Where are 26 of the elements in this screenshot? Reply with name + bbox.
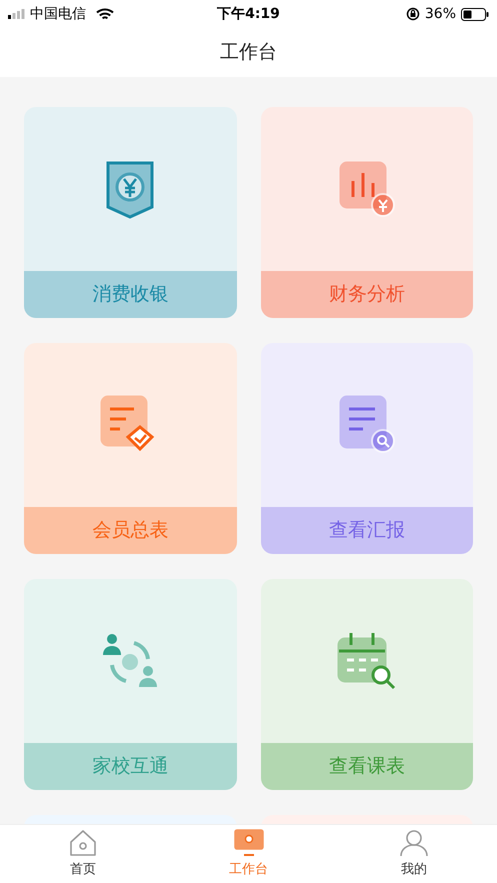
menu-card[interactable]: 会员总表 (24, 343, 236, 554)
tab-bar-item[interactable]: 工作台 (166, 825, 332, 883)
signal-icon (8, 9, 26, 19)
card-label: 家校互通 (92, 754, 168, 780)
card-label: 查看课表 (328, 754, 405, 780)
menu-card[interactable]: 财务分析 (260, 107, 473, 318)
page-title: 工作台 (220, 40, 277, 66)
menu-card[interactable]: 消费收银 (24, 107, 236, 318)
monitor-icon (234, 828, 264, 858)
card-label: 消费收银 (92, 282, 168, 308)
tab-bar-item[interactable]: 首页 (0, 825, 166, 883)
battery-icon (461, 8, 490, 20)
card-label: 会员总表 (92, 518, 168, 544)
carrier-name: 中国电信 (30, 4, 86, 24)
rotation-lock-icon (406, 7, 420, 21)
tab-bar-item[interactable]: 我的 (331, 825, 497, 883)
menu-card[interactable]: 查看汇报 (260, 343, 473, 554)
person-icon (399, 828, 430, 858)
battery-percentage: 36% (424, 4, 456, 24)
card-label: 查看汇报 (328, 518, 405, 544)
wifi-icon (96, 8, 114, 20)
menu-card[interactable]: 查看课表 (260, 579, 473, 790)
card-label: 财务分析 (328, 282, 405, 308)
clock-time: 下午4:19 (217, 4, 280, 24)
house-icon (68, 828, 98, 858)
menu-card[interactable]: 家校互通 (24, 579, 236, 790)
